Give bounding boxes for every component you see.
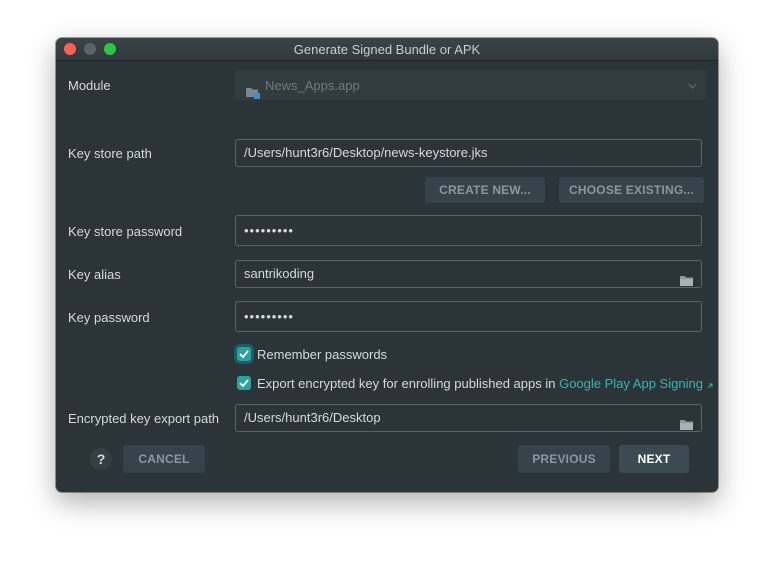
help-button[interactable]: ?: [90, 448, 112, 470]
google-play-signing-link[interactable]: Google Play App Signing: [559, 376, 703, 391]
module-value: News_Apps.app: [265, 78, 360, 93]
key-alias-input[interactable]: santrikoding: [235, 260, 702, 288]
create-new-button[interactable]: CREATE NEW...: [425, 177, 545, 203]
checkmark-icon: [239, 379, 249, 388]
key-alias-value: santrikoding: [244, 266, 315, 281]
key-password-label: Key password: [68, 310, 150, 325]
export-key-checkbox[interactable]: [237, 376, 251, 390]
cancel-button[interactable]: CANCEL: [123, 445, 205, 473]
remember-passwords-checkbox[interactable]: [237, 347, 251, 361]
window-title: Generate Signed Bundle or APK: [293, 42, 481, 57]
export-path-label: Encrypted key export path: [68, 411, 220, 426]
folder-icon[interactable]: [680, 413, 694, 430]
title-bar: Generate Signed Bundle or APK: [56, 38, 718, 61]
keystore-path-value: /Users/hunt3r6/Desktop/news-keystore.jks: [244, 145, 488, 160]
keystore-password-label: Key store password: [68, 224, 183, 239]
export-path-input[interactable]: /Users/hunt3r6/Desktop: [235, 404, 702, 432]
keystore-path-label: Key store path: [68, 146, 152, 161]
previous-button[interactable]: PREVIOUS: [518, 445, 610, 473]
module-icon: [246, 80, 260, 99]
key-password-input[interactable]: •••••••••: [235, 301, 702, 332]
export-key-row: Export encrypted key for enrolling publi…: [257, 376, 713, 391]
module-select[interactable]: News_Apps.app: [235, 70, 706, 100]
external-link-icon: [707, 377, 713, 389]
key-password-value: •••••••••: [244, 309, 294, 324]
chevron-down-icon: [688, 71, 697, 112]
keystore-password-value: •••••••••: [244, 223, 294, 238]
export-path-value: /Users/hunt3r6/Desktop: [244, 410, 381, 425]
next-button[interactable]: NEXT: [619, 445, 689, 473]
remember-passwords-label[interactable]: Remember passwords: [257, 347, 387, 362]
choose-existing-button[interactable]: CHOOSE EXISTING...: [559, 177, 704, 203]
export-key-label[interactable]: Export encrypted key for enrolling publi…: [257, 376, 555, 391]
checkmark-icon: [239, 350, 249, 359]
module-label: Module: [68, 78, 111, 93]
keystore-password-input[interactable]: •••••••••: [235, 215, 702, 246]
folder-icon[interactable]: [680, 269, 694, 286]
key-alias-label: Key alias: [68, 267, 121, 282]
keystore-path-input[interactable]: /Users/hunt3r6/Desktop/news-keystore.jks: [235, 139, 702, 167]
dialog-window: Generate Signed Bundle or APK Module New…: [56, 38, 718, 492]
